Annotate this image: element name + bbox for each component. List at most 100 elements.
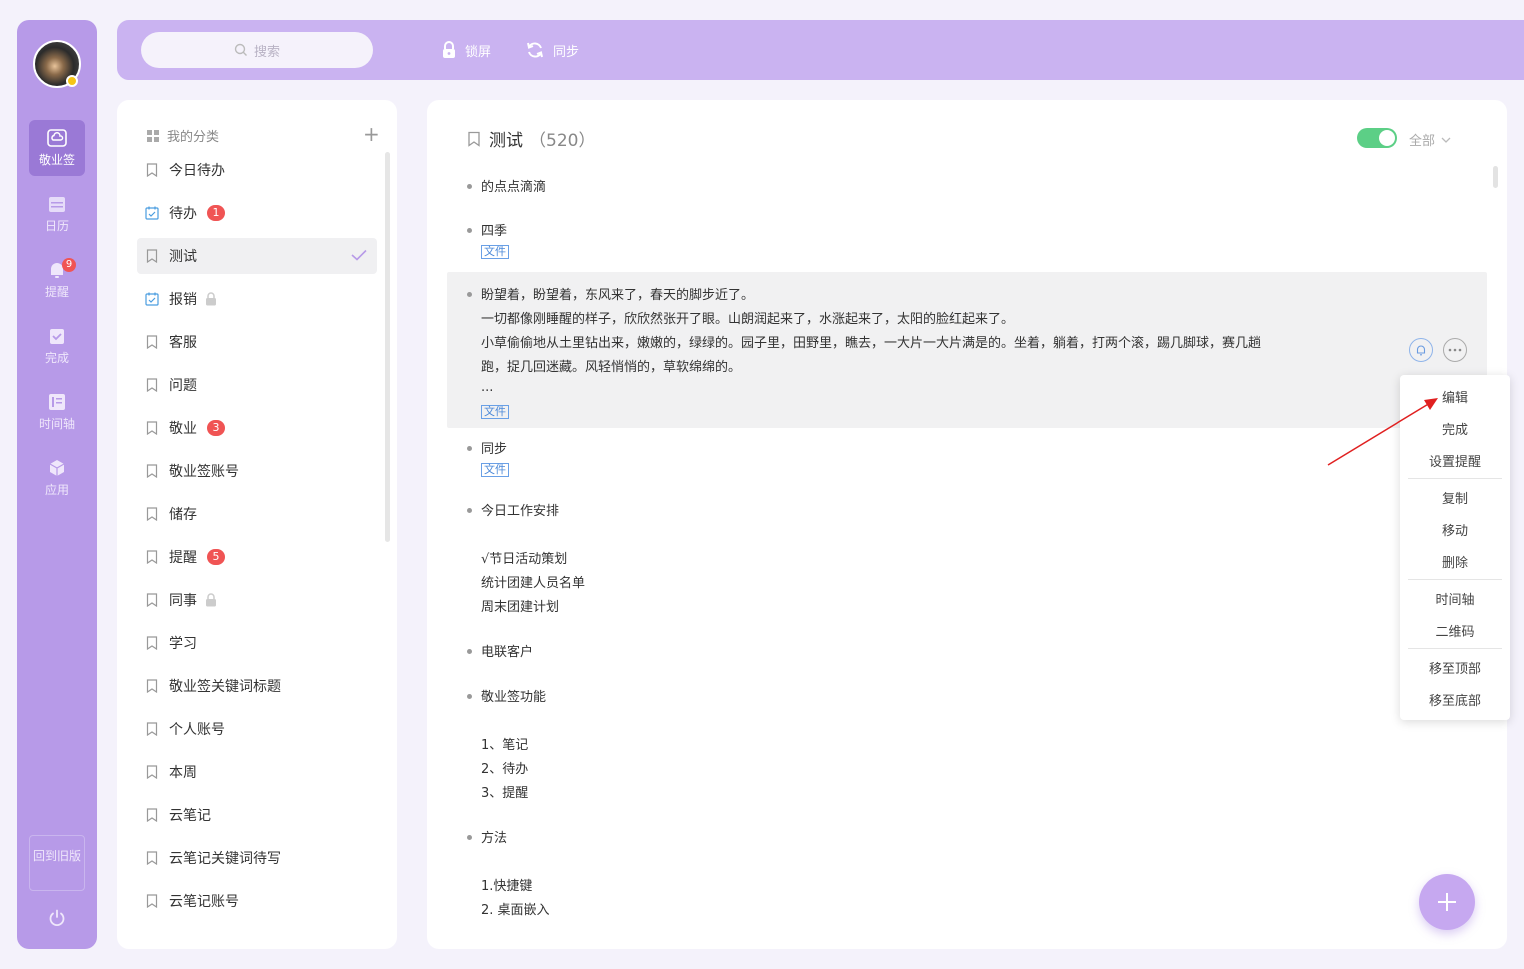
bookmark-icon (146, 679, 158, 693)
notes-scrollbar[interactable] (1493, 166, 1498, 188)
category-item[interactable]: 今日待办 (137, 152, 377, 188)
note-text-line: 2、待办 (481, 762, 529, 777)
note-text-line: 1、笔记 (481, 738, 529, 753)
file-tag[interactable]: 文件 (481, 463, 509, 477)
rail-item-apps[interactable]: 应用 (29, 450, 85, 506)
note-text-line: 小草偷偷地从土里钻出来，嫩嫩的，绿绿的。园子里，田野里，瞧去，一大片一大片满是的… (481, 336, 1262, 351)
category-item[interactable]: 测试 (137, 238, 377, 274)
rail-item-notes[interactable]: 敬业签 (29, 120, 85, 176)
bookmark-icon (146, 249, 158, 263)
grid-icon (147, 129, 159, 142)
category-item[interactable]: 个人账号 (137, 711, 377, 747)
category-label: 敬业 (169, 421, 197, 437)
count-badge: 5 (207, 549, 225, 565)
left-rail: 敬业签 日历 9 提醒 完成 时间轴 应用 回到旧版 (17, 20, 97, 949)
note-reminder-button[interactable] (1409, 338, 1433, 362)
category-label: 今日待办 (169, 163, 225, 179)
menu-item-copy[interactable]: 复制 (1400, 488, 1510, 507)
search-input[interactable]: 搜索 (141, 32, 373, 68)
bell-icon (1416, 345, 1426, 356)
app-icon (49, 459, 65, 476)
category-label: 敬业签账号 (169, 464, 239, 480)
category-item[interactable]: 储存 (137, 496, 377, 532)
category-item[interactable]: 敬业签账号 (137, 453, 377, 489)
notes-count: （520） (529, 131, 596, 151)
file-tag[interactable]: 文件 (481, 405, 509, 419)
timeline-icon (49, 393, 65, 410)
category-label: 待办 (169, 206, 197, 222)
category-item[interactable]: 报销 (137, 281, 377, 317)
note-item[interactable]: 盼望着，盼望着，东风来了，春天的脚步近了。 一切都像刚睡醒的样子，欣欣然张开了眼。… (447, 272, 1487, 428)
bookmark-icon (146, 378, 158, 392)
category-label: 本周 (169, 765, 197, 781)
category-item[interactable]: 本周 (137, 754, 377, 790)
note-item[interactable]: 今日工作安排 √节日活动策划 统计团建人员名单 周末团建计划 (447, 500, 1487, 620)
rail-item-timeline[interactable]: 时间轴 (29, 384, 85, 440)
note-bullet (467, 694, 472, 699)
category-label: 云笔记关键词待写 (169, 851, 281, 867)
menu-item-set-reminder[interactable]: 设置提醒 (1400, 451, 1510, 470)
menu-item-move-to-bottom[interactable]: 移至底部 (1400, 690, 1510, 709)
note-text-line: 3、提醒 (481, 786, 529, 801)
menu-divider (1408, 478, 1502, 479)
menu-item-qrcode[interactable]: 二维码 (1400, 621, 1510, 640)
category-item[interactable]: 云笔记账号 (137, 883, 377, 919)
category-item[interactable]: 学习 (137, 625, 377, 661)
category-header-label: 我的分类 (167, 130, 220, 145)
category-scrollbar[interactable] (385, 152, 390, 542)
add-note-button[interactable] (1419, 874, 1475, 930)
category-item[interactable]: 敬业签关键词标题 (137, 668, 377, 704)
bookmark-icon (146, 421, 158, 435)
note-item[interactable]: 的点点滴滴 (447, 176, 1487, 200)
rail-item-calendar[interactable]: 日历 (29, 186, 85, 242)
lock-icon (206, 292, 216, 306)
category-item[interactable]: 提醒 5 (137, 539, 377, 575)
lock-screen-button[interactable]: 锁屏 (441, 20, 491, 80)
rail-item-label: 时间轴 (38, 416, 75, 431)
sync-button[interactable]: 同步 (525, 20, 579, 80)
menu-item-delete[interactable]: 删除 (1400, 552, 1510, 571)
count-badge: 3 (207, 420, 225, 436)
menu-item-move[interactable]: 移动 (1400, 520, 1510, 539)
bookmark-icon (146, 722, 158, 736)
search-icon (234, 43, 247, 56)
category-item[interactable]: 客服 (137, 324, 377, 360)
note-text-line: 今日工作安排 (481, 504, 560, 519)
note-text-line: √节日活动策划 (481, 552, 568, 567)
menu-item-move-to-top[interactable]: 移至顶部 (1400, 658, 1510, 677)
category-item[interactable]: 同事 (137, 582, 377, 618)
file-tag[interactable]: 文件 (481, 245, 509, 259)
note-text-line: 跑，捉几回迷藏。风轻悄悄的，草软绵绵的。 (481, 360, 742, 375)
bookmark-icon (146, 894, 158, 908)
category-item[interactable]: 敬业 3 (137, 410, 377, 446)
rail-item-label: 敬业签 (38, 152, 75, 167)
category-item[interactable]: 云笔记 (137, 797, 377, 833)
note-item[interactable]: 四季 文件 (447, 220, 1487, 268)
old-version-button[interactable]: 回到旧版 (29, 835, 85, 891)
rail-item-label: 日历 (44, 218, 69, 233)
show-all-toggle[interactable] (1357, 128, 1397, 148)
menu-item-complete[interactable]: 完成 (1400, 419, 1510, 438)
note-more-button[interactable] (1443, 338, 1467, 362)
rail-item-done[interactable]: 完成 (29, 318, 85, 374)
note-item[interactable]: 电联客户 (447, 641, 1487, 665)
note-item[interactable]: 方法 1.快捷键 2. 桌面嵌入 (447, 827, 1487, 937)
note-text-line: 同步 (481, 442, 508, 457)
add-category-button[interactable]: + (363, 122, 380, 146)
note-item[interactable]: 敬业签功能 1、笔记 2、待办 3、提醒 (447, 686, 1487, 806)
filter-dropdown[interactable]: 全部 (1409, 130, 1451, 149)
category-item[interactable]: 问题 (137, 367, 377, 403)
bookmark-icon (468, 131, 480, 147)
category-item[interactable]: 云笔记关键词待写 (137, 840, 377, 876)
note-item[interactable]: 同步 文件 (447, 438, 1487, 486)
category-item[interactable]: 待办 1 (137, 195, 377, 231)
menu-item-edit[interactable]: 编辑 (1400, 387, 1510, 406)
note-bullet (467, 292, 472, 297)
category-label: 报销 (169, 292, 197, 308)
note-text-line: 盼望着，盼望着，东风来了，春天的脚步近了。 (481, 288, 755, 303)
rail-item-reminder[interactable]: 9 提醒 (29, 252, 85, 308)
check-icon (351, 249, 367, 261)
power-icon[interactable] (48, 909, 66, 927)
menu-item-timeline[interactable]: 时间轴 (1400, 589, 1510, 608)
note-bullet (467, 835, 472, 840)
